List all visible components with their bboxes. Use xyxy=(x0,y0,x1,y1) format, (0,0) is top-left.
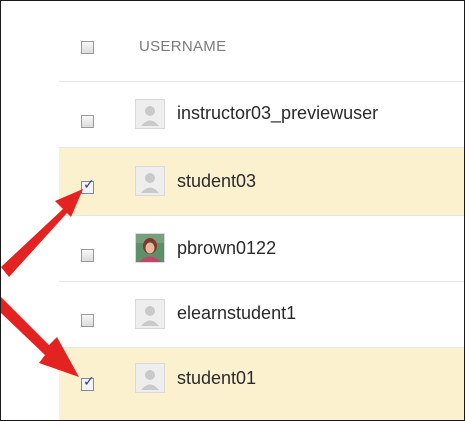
row-checkbox-checked[interactable]: ✓ xyxy=(81,374,95,391)
table-row[interactable]: ✓ student01 xyxy=(59,347,464,420)
username-link[interactable]: student03 xyxy=(177,171,256,192)
default-avatar-icon xyxy=(135,166,165,196)
user-list-panel: USERNAME instructor03_previewuser ✓ stud… xyxy=(0,0,465,421)
table-row[interactable]: instructor03_previewuser xyxy=(59,81,464,148)
checkmark-icon: ✓ xyxy=(83,374,95,390)
username-link[interactable]: elearnstudent1 xyxy=(177,303,296,324)
row-checkbox[interactable] xyxy=(81,115,94,128)
row-checkbox[interactable] xyxy=(81,314,94,327)
username-link[interactable]: pbrown0122 xyxy=(177,238,276,259)
default-avatar-icon xyxy=(135,363,165,393)
table-row[interactable]: ✓ student03 xyxy=(59,147,464,216)
table-header-row: USERNAME xyxy=(59,1,464,81)
table-row[interactable]: elearnstudent1 xyxy=(59,281,464,348)
select-all-checkbox[interactable] xyxy=(81,41,94,54)
default-avatar-icon xyxy=(135,99,165,129)
username-column-header[interactable]: USERNAME xyxy=(139,38,226,55)
table-row[interactable]: pbrown0122 xyxy=(59,215,464,282)
default-avatar-icon xyxy=(135,299,165,329)
username-link[interactable]: student01 xyxy=(177,368,256,389)
row-checkbox-checked[interactable]: ✓ xyxy=(81,177,95,194)
checkmark-icon: ✓ xyxy=(83,177,95,193)
profile-photo xyxy=(135,233,165,263)
row-checkbox[interactable] xyxy=(81,249,94,262)
username-link[interactable]: instructor03_previewuser xyxy=(177,103,378,124)
